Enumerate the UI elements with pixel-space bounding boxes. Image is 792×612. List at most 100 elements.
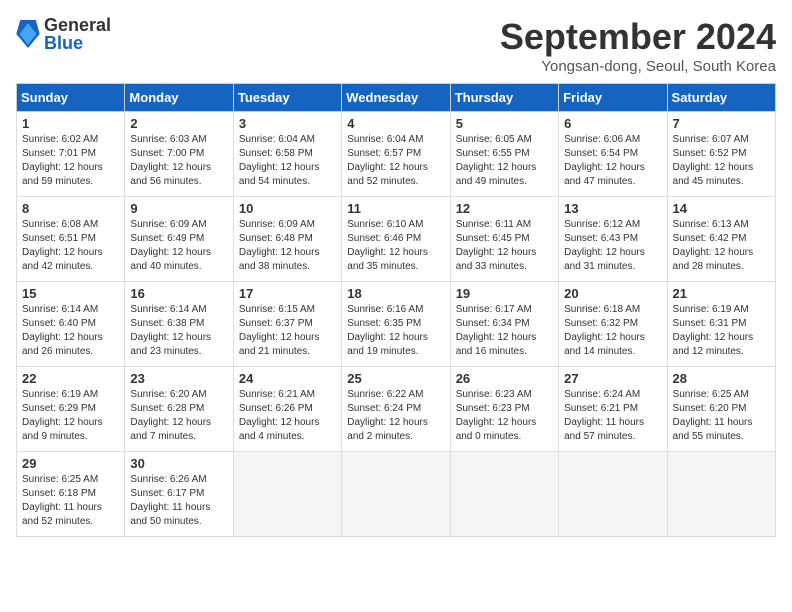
header-row: Sunday Monday Tuesday Wednesday Thursday… xyxy=(17,84,776,112)
day-info: Sunrise: 6:09 AMSunset: 6:49 PMDaylight:… xyxy=(130,218,227,274)
calendar-cell: 15 Sunrise: 6:14 AMSunset: 6:40 PMDayligh… xyxy=(17,282,125,367)
calendar-cell xyxy=(667,452,775,537)
calendar-cell: 29 Sunrise: 6:25 AMSunset: 6:18 PMDayligh… xyxy=(17,452,125,537)
day-number: 19 xyxy=(456,286,553,301)
day-number: 15 xyxy=(22,286,119,301)
day-number: 21 xyxy=(673,286,770,301)
day-info: Sunrise: 6:04 AMSunset: 6:57 PMDaylight:… xyxy=(347,133,444,189)
calendar-header: Sunday Monday Tuesday Wednesday Thursday… xyxy=(17,84,776,112)
day-info: Sunrise: 6:07 AMSunset: 6:52 PMDaylight:… xyxy=(673,133,770,189)
calendar-cell: 7 Sunrise: 6:07 AMSunset: 6:52 PMDaylight… xyxy=(667,112,775,197)
day-info: Sunrise: 6:14 AMSunset: 6:38 PMDaylight:… xyxy=(130,303,227,359)
day-info: Sunrise: 6:15 AMSunset: 6:37 PMDaylight:… xyxy=(239,303,336,359)
day-number: 1 xyxy=(22,116,119,131)
day-number: 22 xyxy=(22,371,119,386)
header-saturday: Saturday xyxy=(667,84,775,112)
day-number: 20 xyxy=(564,286,661,301)
day-info: Sunrise: 6:04 AMSunset: 6:58 PMDaylight:… xyxy=(239,133,336,189)
day-number: 30 xyxy=(130,456,227,471)
day-info: Sunrise: 6:02 AMSunset: 7:01 PMDaylight:… xyxy=(22,133,119,189)
calendar-cell xyxy=(342,452,450,537)
day-info: Sunrise: 6:14 AMSunset: 6:40 PMDaylight:… xyxy=(22,303,119,359)
calendar-week-4: 29 Sunrise: 6:25 AMSunset: 6:18 PMDayligh… xyxy=(17,452,776,537)
day-info: Sunrise: 6:10 AMSunset: 6:46 PMDaylight:… xyxy=(347,218,444,274)
calendar-cell xyxy=(450,452,558,537)
day-info: Sunrise: 6:17 AMSunset: 6:34 PMDaylight:… xyxy=(456,303,553,359)
calendar-cell: 3Sunrise: 6:04 AMSunset: 6:58 PMDaylight… xyxy=(233,112,341,197)
calendar-body: 1 Sunrise: 6:02 AMSunset: 7:01 PMDaylight… xyxy=(17,112,776,537)
logo-general-text: General xyxy=(44,16,111,34)
day-number: 23 xyxy=(130,371,227,386)
calendar-cell: 23 Sunrise: 6:20 AMSunset: 6:28 PMDayligh… xyxy=(125,367,233,452)
day-info: Sunrise: 6:16 AMSunset: 6:35 PMDaylight:… xyxy=(347,303,444,359)
calendar-cell: 16Sunrise: 6:14 AMSunset: 6:38 PMDayligh… xyxy=(125,282,233,367)
calendar-cell: 4Sunrise: 6:04 AMSunset: 6:57 PMDaylight… xyxy=(342,112,450,197)
day-info: Sunrise: 6:19 AMSunset: 6:29 PMDaylight:… xyxy=(22,388,119,444)
calendar-cell: 21 Sunrise: 6:19 AMSunset: 6:31 PMDayligh… xyxy=(667,282,775,367)
calendar-week-3: 22 Sunrise: 6:19 AMSunset: 6:29 PMDayligh… xyxy=(17,367,776,452)
day-number: 14 xyxy=(673,201,770,216)
day-number: 2 xyxy=(130,116,227,131)
day-number: 7 xyxy=(673,116,770,131)
calendar-cell: 30Sunrise: 6:26 AMSunset: 6:17 PMDayligh… xyxy=(125,452,233,537)
calendar-cell: 25Sunrise: 6:22 AMSunset: 6:24 PMDayligh… xyxy=(342,367,450,452)
day-number: 8 xyxy=(22,201,119,216)
calendar-cell: 27Sunrise: 6:24 AMSunset: 6:21 PMDayligh… xyxy=(559,367,667,452)
calendar-cell: 28 Sunrise: 6:25 AMSunset: 6:20 PMDayligh… xyxy=(667,367,775,452)
calendar-cell: 13Sunrise: 6:12 AMSunset: 6:43 PMDayligh… xyxy=(559,197,667,282)
day-info: Sunrise: 6:25 AMSunset: 6:18 PMDaylight:… xyxy=(22,473,119,529)
day-number: 5 xyxy=(456,116,553,131)
day-info: Sunrise: 6:19 AMSunset: 6:31 PMDaylight:… xyxy=(673,303,770,359)
day-info: Sunrise: 6:09 AMSunset: 6:48 PMDaylight:… xyxy=(239,218,336,274)
day-number: 12 xyxy=(456,201,553,216)
calendar-cell: 22 Sunrise: 6:19 AMSunset: 6:29 PMDayligh… xyxy=(17,367,125,452)
calendar-cell: 19 Sunrise: 6:17 AMSunset: 6:34 PMDayligh… xyxy=(450,282,558,367)
calendar-cell xyxy=(559,452,667,537)
calendar-week-0: 1 Sunrise: 6:02 AMSunset: 7:01 PMDaylight… xyxy=(17,112,776,197)
header-monday: Monday xyxy=(125,84,233,112)
day-number: 28 xyxy=(673,371,770,386)
calendar-cell: 6Sunrise: 6:06 AMSunset: 6:54 PMDaylight… xyxy=(559,112,667,197)
day-number: 24 xyxy=(239,371,336,386)
day-number: 17 xyxy=(239,286,336,301)
page-header: General Blue September 2024 Yongsan-dong… xyxy=(16,16,776,75)
calendar-cell: 20 Sunrise: 6:18 AMSunset: 6:32 PMDayligh… xyxy=(559,282,667,367)
logo-blue-text: Blue xyxy=(44,34,111,52)
day-info: Sunrise: 6:25 AMSunset: 6:20 PMDaylight:… xyxy=(673,388,770,444)
header-friday: Friday xyxy=(559,84,667,112)
day-number: 10 xyxy=(239,201,336,216)
calendar-cell: 26Sunrise: 6:23 AMSunset: 6:23 PMDayligh… xyxy=(450,367,558,452)
calendar-cell: 5 Sunrise: 6:05 AMSunset: 6:55 PMDaylight… xyxy=(450,112,558,197)
day-info: Sunrise: 6:23 AMSunset: 6:23 PMDaylight:… xyxy=(456,388,553,444)
day-number: 6 xyxy=(564,116,661,131)
calendar-cell: 12 Sunrise: 6:11 AMSunset: 6:45 PMDayligh… xyxy=(450,197,558,282)
header-wednesday: Wednesday xyxy=(342,84,450,112)
header-tuesday: Tuesday xyxy=(233,84,341,112)
calendar-cell: 1 Sunrise: 6:02 AMSunset: 7:01 PMDaylight… xyxy=(17,112,125,197)
calendar-cell: 10 Sunrise: 6:09 AMSunset: 6:48 PMDayligh… xyxy=(233,197,341,282)
title-section: September 2024 Yongsan-dong, Seoul, Sout… xyxy=(500,16,776,75)
day-info: Sunrise: 6:11 AMSunset: 6:45 PMDaylight:… xyxy=(456,218,553,274)
calendar-cell: 17 Sunrise: 6:15 AMSunset: 6:37 PMDayligh… xyxy=(233,282,341,367)
day-number: 11 xyxy=(347,201,444,216)
calendar-cell: 2Sunrise: 6:03 AMSunset: 7:00 PMDaylight… xyxy=(125,112,233,197)
day-number: 29 xyxy=(22,456,119,471)
location-text: Yongsan-dong, Seoul, South Korea xyxy=(500,58,776,75)
day-info: Sunrise: 6:05 AMSunset: 6:55 PMDaylight:… xyxy=(456,133,553,189)
logo-text: General Blue xyxy=(44,16,111,52)
header-thursday: Thursday xyxy=(450,84,558,112)
day-info: Sunrise: 6:08 AMSunset: 6:51 PMDaylight:… xyxy=(22,218,119,274)
logo: General Blue xyxy=(16,16,111,52)
day-info: Sunrise: 6:12 AMSunset: 6:43 PMDaylight:… xyxy=(564,218,661,274)
calendar-cell: 8 Sunrise: 6:08 AMSunset: 6:51 PMDaylight… xyxy=(17,197,125,282)
day-info: Sunrise: 6:18 AMSunset: 6:32 PMDaylight:… xyxy=(564,303,661,359)
day-info: Sunrise: 6:13 AMSunset: 6:42 PMDaylight:… xyxy=(673,218,770,274)
calendar-cell: 18Sunrise: 6:16 AMSunset: 6:35 PMDayligh… xyxy=(342,282,450,367)
day-number: 9 xyxy=(130,201,227,216)
calendar-cell: 14 Sunrise: 6:13 AMSunset: 6:42 PMDayligh… xyxy=(667,197,775,282)
calendar-cell: 11 Sunrise: 6:10 AMSunset: 6:46 PMDayligh… xyxy=(342,197,450,282)
calendar-week-1: 8 Sunrise: 6:08 AMSunset: 6:51 PMDaylight… xyxy=(17,197,776,282)
day-number: 25 xyxy=(347,371,444,386)
calendar-cell xyxy=(233,452,341,537)
day-info: Sunrise: 6:20 AMSunset: 6:28 PMDaylight:… xyxy=(130,388,227,444)
